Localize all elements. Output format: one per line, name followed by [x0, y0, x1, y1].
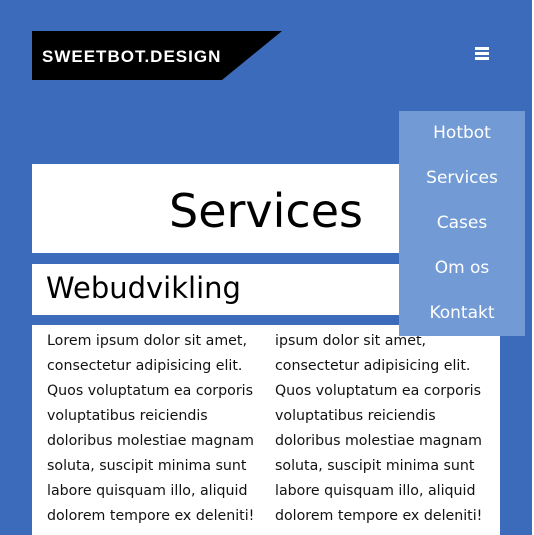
content-column-right: ipsum dolor sit amet, consectetur adipis…: [275, 333, 483, 524]
nav-dropdown-menu: Hotbot Services Cases Om os Kontakt: [399, 111, 525, 336]
hamburger-line: [475, 52, 489, 55]
nav-item-om-os[interactable]: Om os: [399, 246, 525, 291]
content-column-left: Lorem ipsum dolor sit amet, consectetur …: [47, 333, 255, 524]
content-box: Lorem ipsum dolor sit amet, consectetur …: [32, 325, 500, 535]
hamburger-icon[interactable]: [473, 45, 491, 63]
hamburger-line: [475, 47, 489, 50]
nav-item-hotbot[interactable]: Hotbot: [399, 111, 525, 156]
hamburger-line: [475, 57, 489, 60]
nav-item-kontakt[interactable]: Kontakt: [399, 291, 525, 336]
nav-item-cases[interactable]: Cases: [399, 201, 525, 246]
logo-text[interactable]: SWEETBOT.DESIGN: [42, 47, 221, 67]
nav-item-services[interactable]: Services: [399, 156, 525, 201]
section-title: Webudvikling: [46, 271, 241, 305]
